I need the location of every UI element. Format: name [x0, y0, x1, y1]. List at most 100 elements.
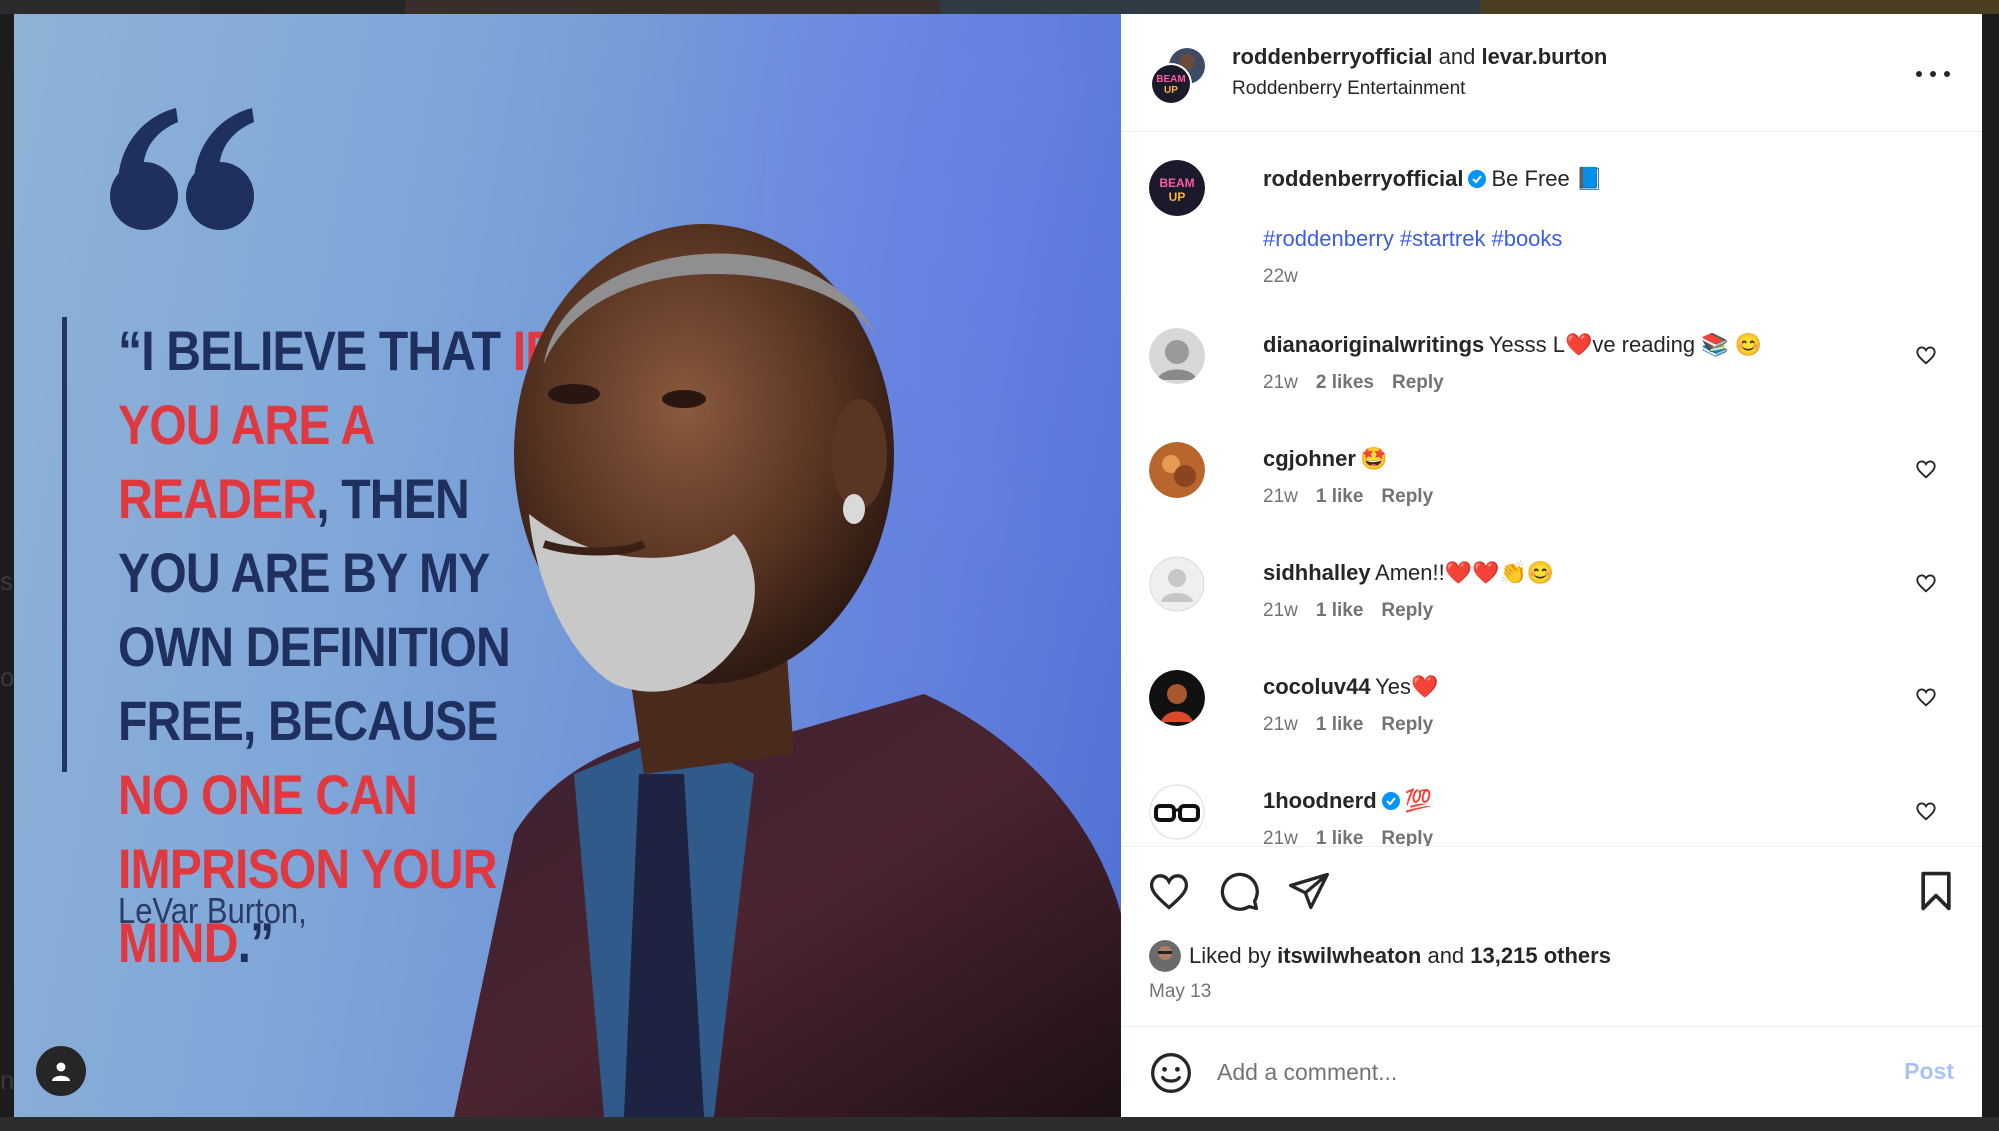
quote-author: LeVar Burton, [118, 890, 307, 931]
post-date[interactable]: May 13 [1149, 981, 1211, 1003]
bg-thumbnail [1480, 0, 1999, 14]
reply-button[interactable]: Reply [1381, 486, 1433, 507]
post-comment-button[interactable]: Post [1904, 1058, 1954, 1085]
bg-text-fragment: n [0, 1065, 15, 1095]
comment-meta: 21w 2 likes Reply [1263, 372, 1762, 394]
portrait-photo [454, 224, 1121, 1117]
comment-body: sidhhalley Amen!!❤️❤️👏😊 21w 1 like Reply [1263, 560, 1554, 622]
post-image: “I BELIEVE THAT IF YOU ARE A READER, THE… [14, 14, 1121, 1117]
more-options-icon[interactable] [1916, 64, 1950, 84]
avatar[interactable] [1149, 670, 1205, 726]
avatar-image [1149, 670, 1205, 726]
bg-text-fragment: o [0, 662, 15, 692]
likes-count[interactable]: 13,215 others [1470, 943, 1611, 969]
verified-badge-icon [1381, 792, 1400, 810]
heart-icon[interactable] [1915, 686, 1937, 708]
comments-list[interactable]: BEAM UP roddenberryofficial Be Free 📘 #ro… [1121, 132, 1982, 846]
avatar-image [1149, 940, 1181, 972]
comment-likes[interactable]: 1 like [1316, 486, 1364, 507]
heart-icon[interactable] [1147, 869, 1191, 913]
bg-thumbnail [940, 0, 1480, 14]
comment-likes[interactable]: 2 likes [1316, 372, 1374, 393]
comment-username[interactable]: 1hoodnerd [1263, 788, 1377, 813]
avatar[interactable] [1149, 556, 1205, 612]
liked-by-conjunction: and [1427, 943, 1465, 968]
comment-age[interactable]: 21w [1263, 714, 1298, 735]
comment-item: 1hoodnerd 💯 21w 1 like Reply [1149, 784, 1959, 846]
hashtag-link[interactable]: #startrek [1400, 226, 1486, 251]
post-modal: “I BELIEVE THAT IF YOU ARE A READER, THE… [14, 14, 1982, 1117]
glasses-avatar-icon [1149, 784, 1205, 840]
comment-age[interactable]: 21w [1263, 828, 1298, 846]
comment-item: cgjohner 🤩 21w 1 like Reply [1149, 442, 1959, 538]
comment-text: Amen!!❤️❤️👏😊 [1375, 560, 1555, 585]
comment-username[interactable]: cocoluv44 [1263, 674, 1371, 699]
bg-thumbnail [200, 0, 405, 14]
caption-text: Be Free 📘 [1491, 166, 1604, 191]
hashtag-link[interactable]: #roddenberry [1263, 226, 1394, 251]
post-actions: Liked by itswilwheaton and 13,215 others… [1121, 846, 1982, 1026]
avatar-image [1149, 328, 1205, 384]
caption-hashtags: #roddenberry #startrek #books [1263, 226, 1603, 252]
avatar-image [1149, 442, 1205, 498]
share-icon[interactable] [1287, 869, 1331, 913]
comment-age[interactable]: 21w [1263, 600, 1298, 621]
comment-username[interactable]: sidhhalley [1263, 560, 1371, 585]
heart-icon[interactable] [1915, 458, 1937, 480]
post-side-panel: BEAM UP roddenberryofficial and levar.bu… [1121, 14, 1982, 1117]
collaborator-username[interactable]: levar.burton [1481, 44, 1607, 69]
comment-meta: 21w 1 like Reply [1263, 714, 1451, 736]
avatar[interactable]: BEAM UP [1149, 160, 1205, 216]
comment-age[interactable]: 21w [1263, 486, 1298, 507]
svg-text:BEAM: BEAM [1156, 74, 1185, 85]
liked-by-user[interactable]: itswilwheaton [1277, 943, 1421, 969]
post-location[interactable]: Roddenberry Entertainment [1232, 78, 1465, 100]
caption-body: roddenberryofficial Be Free 📘 #roddenberr… [1263, 166, 1603, 288]
comment-username[interactable]: cgjohner [1263, 446, 1356, 471]
bg-thumbnail [0, 0, 200, 14]
comment-meta: 21w 1 like Reply [1263, 486, 1451, 508]
avatar[interactable] [1149, 940, 1181, 972]
quote-rule [62, 317, 67, 772]
caption-username[interactable]: roddenberryofficial [1263, 166, 1463, 191]
user-tag-icon [52, 1062, 70, 1081]
tagged-users-button[interactable] [36, 1046, 86, 1096]
reply-button[interactable]: Reply [1381, 600, 1433, 621]
reply-button[interactable]: Reply [1392, 372, 1444, 393]
comment-body: 1hoodnerd 💯 21w 1 like Reply [1263, 788, 1451, 846]
beam-up-logo: BEAM UP [1149, 160, 1205, 216]
comment-icon[interactable] [1217, 869, 1261, 913]
comment-likes[interactable]: 1 like [1316, 714, 1364, 735]
bookmark-icon[interactable] [1914, 869, 1958, 913]
caption-age[interactable]: 22w [1263, 266, 1298, 287]
comment-likes[interactable]: 1 like [1316, 828, 1364, 846]
comment-age[interactable]: 21w [1263, 372, 1298, 393]
comment-text: Yesss L❤️ve reading 📚 😊 [1488, 332, 1763, 357]
comment-item: cocoluv44 Yes❤️ 21w 1 like Reply [1149, 670, 1959, 766]
comment-username[interactable]: dianaoriginalwritings [1263, 332, 1484, 357]
hashtag-link[interactable]: #books [1491, 226, 1562, 251]
heart-icon[interactable] [1915, 344, 1937, 366]
avatar[interactable] [1149, 442, 1205, 498]
collab-avatars[interactable]: BEAM UP [1149, 46, 1209, 106]
reply-button[interactable]: Reply [1381, 714, 1433, 735]
verified-badge-icon [1468, 170, 1487, 188]
emoji-icon[interactable] [1149, 1051, 1193, 1095]
comment-body: dianaoriginalwritings Yesss L❤️ve readin… [1263, 332, 1762, 394]
avatar[interactable] [1149, 784, 1205, 840]
reply-button[interactable]: Reply [1381, 828, 1433, 846]
comment-text: 🤩 [1360, 446, 1388, 471]
heart-icon[interactable] [1915, 800, 1937, 822]
author-username[interactable]: roddenberryofficial [1232, 44, 1432, 69]
svg-text:UP: UP [1164, 85, 1178, 96]
comment-input[interactable] [1217, 1047, 1837, 1097]
default-avatar-icon [1149, 556, 1205, 612]
avatar[interactable] [1149, 328, 1205, 384]
comment-item: sidhhalley Amen!!❤️❤️👏😊 21w 1 like Reply [1149, 556, 1959, 652]
heart-icon[interactable] [1915, 572, 1937, 594]
comment-likes[interactable]: 1 like [1316, 600, 1364, 621]
avatar: BEAM UP [1150, 48, 1205, 105]
bg-text-fragment: s [0, 566, 13, 596]
caption-meta: 22w [1263, 266, 1603, 288]
svg-text:UP: UP [1169, 190, 1186, 204]
